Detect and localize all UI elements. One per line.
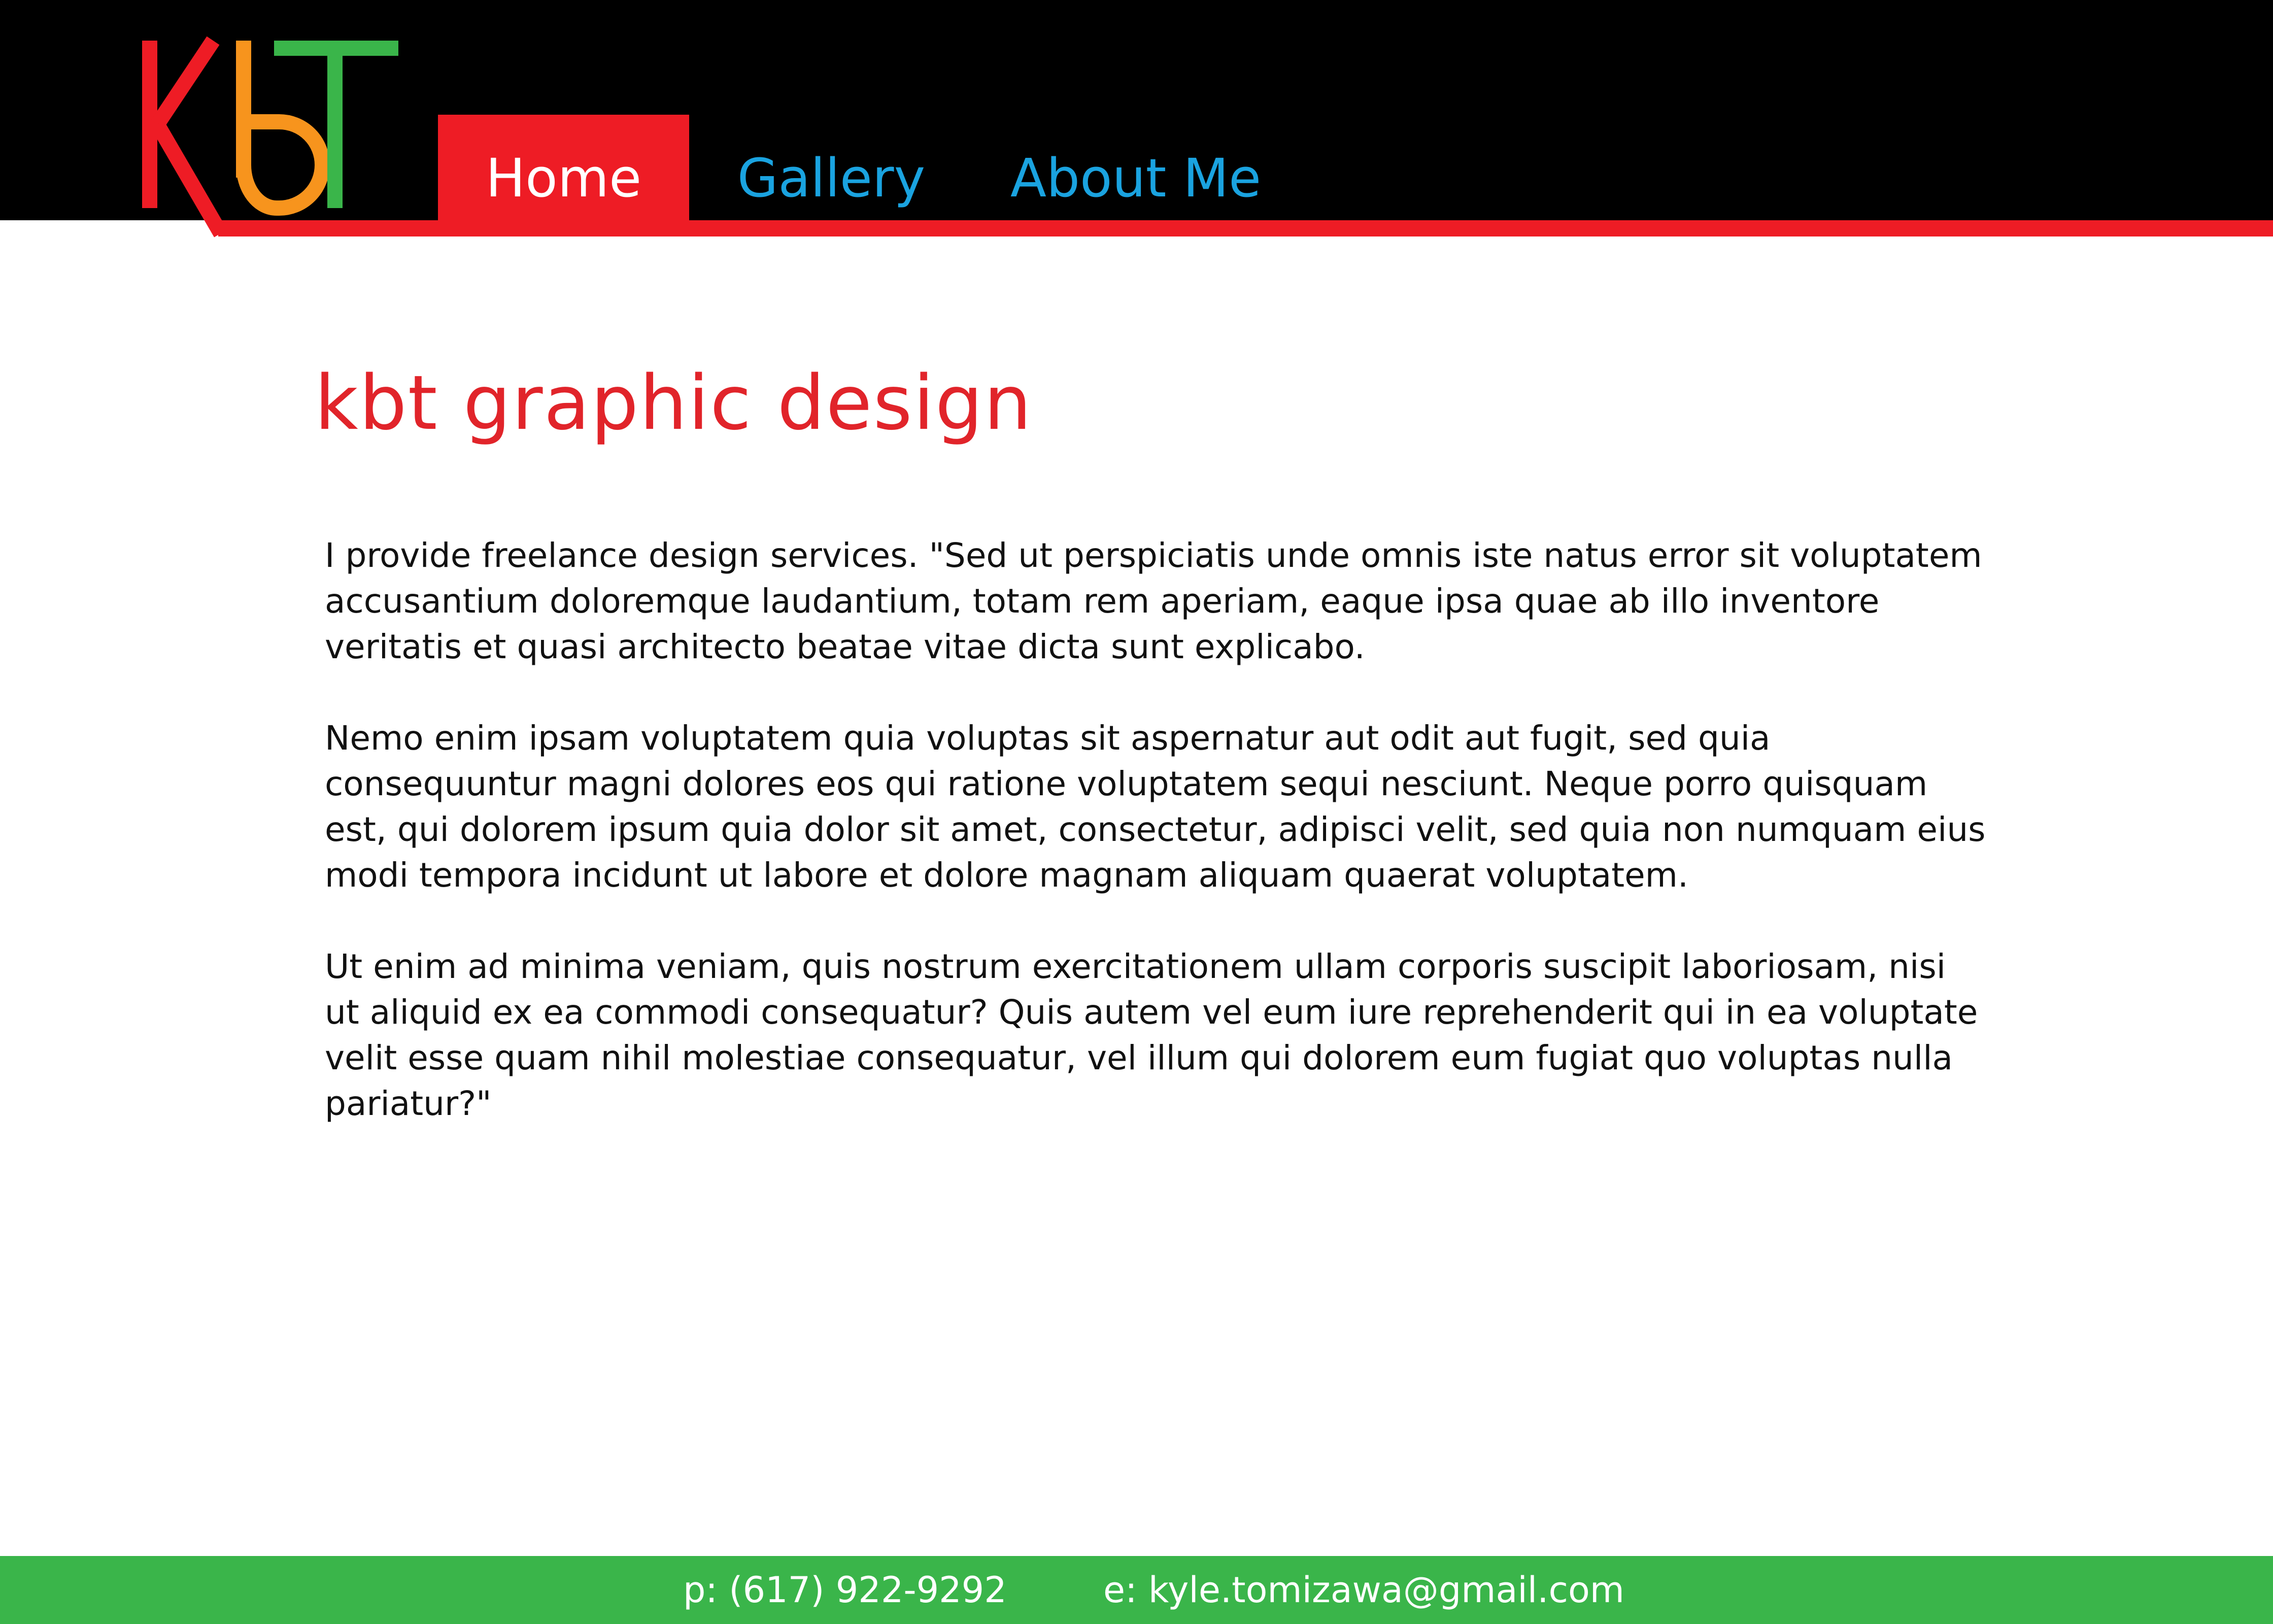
- logo-k-stem: [142, 41, 157, 208]
- footer-phone[interactable]: p: (617) 922-9292: [683, 1556, 1007, 1624]
- logo-k-upper-arm: [151, 36, 220, 129]
- logo-b-bowl: [236, 114, 330, 216]
- nav-home-label: Home: [485, 147, 642, 209]
- nav-home[interactable]: Home: [438, 115, 689, 236]
- logo-t-stem: [327, 41, 343, 208]
- main-nav: Home Gallery About Me: [438, 115, 1298, 236]
- nav-gallery-label: Gallery: [737, 147, 926, 209]
- intro-paragraph: I provide freelance design services. "Se…: [325, 536, 1982, 666]
- body-paragraph: Ut enim ad minima veniam, quis nostrum e…: [325, 947, 1978, 1123]
- kbt-logo[interactable]: [137, 36, 401, 239]
- logo-k-lower-arm: [151, 120, 227, 238]
- main-content: I provide freelance design services. "Se…: [325, 533, 1989, 1172]
- site-footer: p: (617) 922-9292 e: kyle.tomizawa@gmail…: [0, 1556, 2273, 1624]
- nav-about-me-label: About Me: [1010, 147, 1262, 209]
- nav-gallery[interactable]: Gallery: [689, 115, 973, 236]
- body-paragraph: Nemo enim ipsam voluptatem quia voluptas…: [325, 719, 1986, 895]
- nav-about-me[interactable]: About Me: [973, 115, 1298, 236]
- footer-email[interactable]: e: kyle.tomizawa@gmail.com: [1103, 1556, 1624, 1624]
- page-title: kbt graphic design: [315, 359, 1033, 447]
